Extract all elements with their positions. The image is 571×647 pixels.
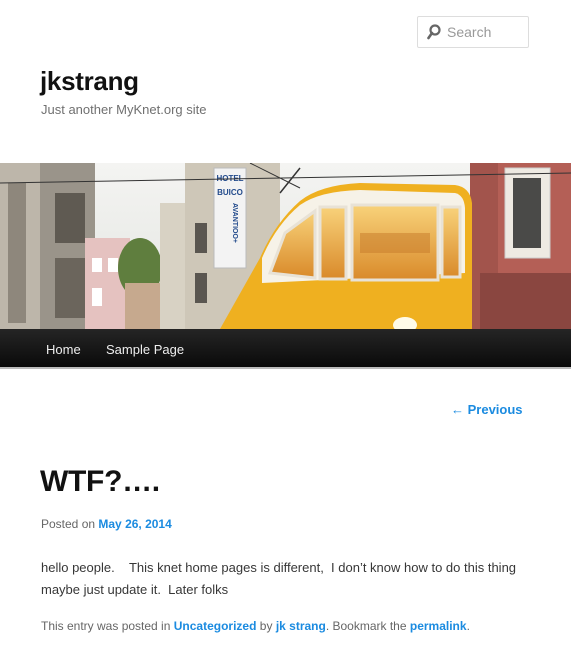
posted-on-label: Posted on: [41, 517, 96, 531]
footer-by: by: [259, 619, 273, 633]
site-title[interactable]: jkstrang: [40, 66, 139, 97]
entry-title[interactable]: WTF?….: [40, 465, 160, 499]
tram-photo: HOTEL BUICO AVANTIOO+: [0, 163, 571, 329]
hotel-sign-2: BUICO: [217, 188, 243, 197]
footer-prefix: This entry was posted in: [41, 619, 171, 633]
header-image[interactable]: HOTEL BUICO AVANTIOO+: [0, 163, 571, 329]
entry-content: hello people. This knet home pages is di…: [41, 557, 531, 601]
nav-item-sample-page[interactable]: Sample Page: [106, 342, 184, 357]
entry-footer: This entry was posted in Uncategorized b…: [41, 619, 470, 633]
hotel-sign-3: AVANTIOO+: [231, 203, 238, 243]
site-description: Just another MyKnet.org site: [41, 102, 207, 117]
category-link[interactable]: Uncategorized: [174, 619, 257, 633]
entry-paragraph: hello people. This knet home pages is di…: [41, 560, 520, 597]
footer-end: .: [466, 619, 470, 633]
post-date-link[interactable]: May 26, 2014: [98, 517, 171, 531]
previous-post-link[interactable]: ← Previous: [451, 402, 523, 417]
nav-item-home[interactable]: Home: [46, 342, 81, 357]
permalink-link[interactable]: permalink: [410, 619, 467, 633]
search-icon: [427, 24, 441, 40]
author-link[interactable]: jk strang: [276, 619, 326, 633]
main-navigation: Home Sample Page: [0, 329, 571, 369]
search-input[interactable]: [447, 24, 527, 40]
search-box[interactable]: [417, 16, 529, 48]
entry-meta: Posted on May 26, 2014: [41, 517, 172, 531]
footer-bookmark: . Bookmark the: [325, 619, 407, 633]
